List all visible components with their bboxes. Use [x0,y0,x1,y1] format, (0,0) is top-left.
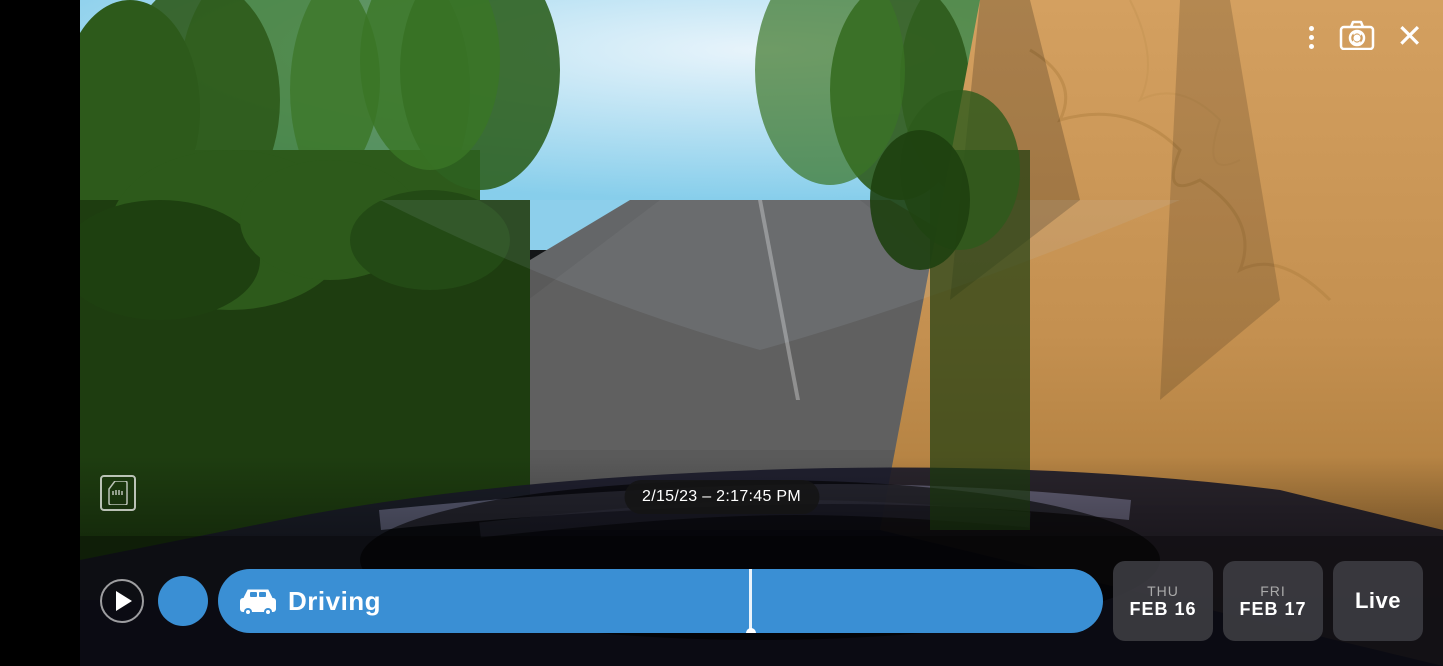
timeline-track[interactable]: Driving [218,569,1103,633]
play-icon [116,591,132,611]
timeline-bar: Driving THU FEB 16 FRI FEB 17 Live [80,536,1443,666]
app-container: ✕ 2/15/23 – 2:17:45 PM [0,0,1443,666]
scrubber-dot [746,628,756,633]
play-button[interactable] [100,579,144,623]
day-fri-feb-17[interactable]: FRI FEB 17 [1223,561,1323,641]
driving-label: Driving [288,586,381,617]
event-indicator [158,576,208,626]
day-thu-label-top: THU [1147,583,1179,599]
more-menu-button[interactable] [1305,22,1318,53]
car-icon [238,586,278,616]
close-icon: ✕ [1396,18,1423,54]
timestamp-value: 2/15/23 – 2:17:45 PM [642,488,801,505]
live-label: Live [1355,588,1401,614]
top-controls: ✕ [1305,20,1423,55]
day-fri-label-bottom: FEB 17 [1239,599,1306,620]
timestamp-tooltip: 2/15/23 – 2:17:45 PM [624,480,819,514]
live-button[interactable]: Live [1333,561,1423,641]
scrubber[interactable] [749,569,752,633]
day-thu-feb-16[interactable]: THU FEB 16 [1113,561,1213,641]
screenshot-button[interactable] [1338,20,1376,55]
timeline-car-icon-area: Driving [238,586,381,617]
camera-icon [1338,20,1376,50]
day-thu-label-bottom: FEB 16 [1129,599,1196,620]
day-fri-label-top: FRI [1260,583,1286,599]
sd-card-button[interactable] [100,475,136,511]
left-sidebar [0,0,80,666]
close-button[interactable]: ✕ [1396,20,1423,52]
sd-card-icon [107,481,129,505]
